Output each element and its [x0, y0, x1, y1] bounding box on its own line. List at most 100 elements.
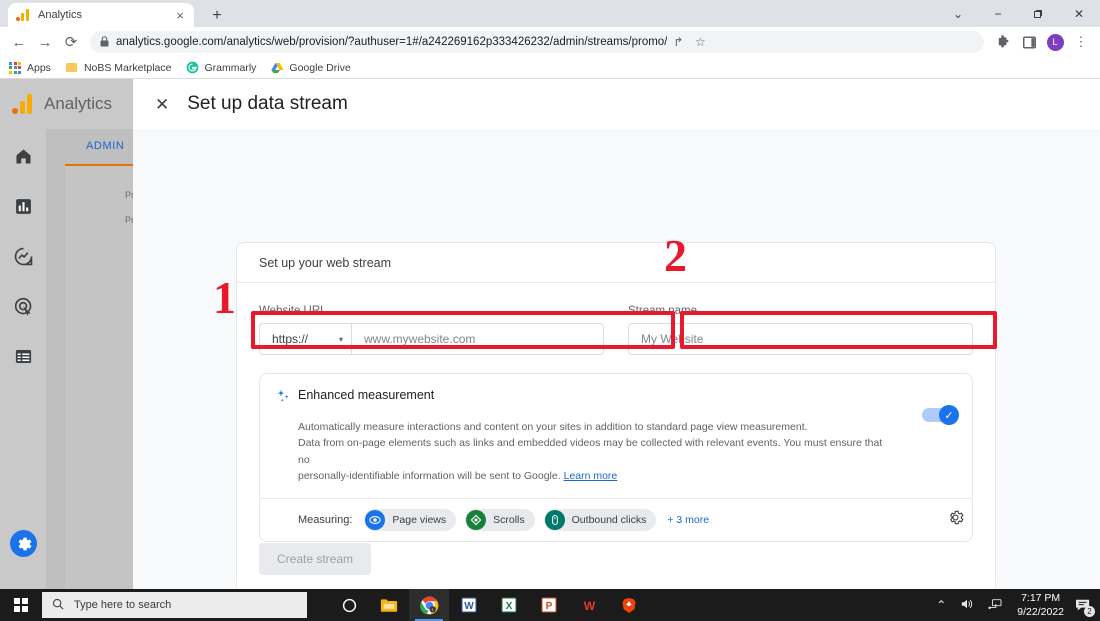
analytics-logo[interactable]: Analytics	[0, 94, 133, 114]
bookmark-label: NoBS Marketplace	[83, 61, 172, 74]
modal-body: Set up your web stream Website URL https…	[133, 129, 1100, 589]
toggle-knob-check-icon: ✓	[939, 405, 959, 425]
taskbar-app-wps-office[interactable]: W	[569, 589, 609, 621]
chevron-down-icon[interactable]: ⌄	[938, 0, 978, 27]
chip-scrolls[interactable]: Scrolls	[465, 509, 535, 532]
address-bar[interactable]: analytics.google.com/analytics/web/provi…	[90, 31, 984, 53]
bookmark-apps[interactable]: Apps	[8, 61, 51, 75]
measuring-row: Measuring: Page views Scrolls Outbound c…	[260, 498, 972, 541]
bookmark-grammarly[interactable]: Grammarly	[185, 61, 256, 75]
enhanced-measurement-toggle[interactable]: ✓	[922, 405, 959, 425]
sidebar-item-advertising[interactable]	[10, 293, 36, 319]
avatar: L	[1046, 33, 1064, 51]
analytics-app: Analytics ADMIN Pro Pro ✕ Set up data st…	[0, 79, 1100, 589]
reload-icon[interactable]: ⟳	[58, 29, 84, 55]
system-tray: ⌃ 7:17 PM 9/22/2022 2	[929, 589, 1100, 621]
bookmark-nobs-marketplace[interactable]: NoBS Marketplace	[65, 61, 172, 75]
magnifier-icon	[52, 598, 64, 613]
close-window-icon[interactable]: ✕	[1058, 0, 1100, 27]
browser-menu-icon[interactable]: ⋮	[1068, 29, 1094, 55]
clock-date: 9/22/2022	[1017, 606, 1064, 618]
lock-icon	[100, 35, 109, 49]
learn-more-link[interactable]: Learn more	[564, 470, 618, 482]
apps-grid-icon	[8, 61, 22, 75]
annotation-number-1: 1	[213, 272, 236, 323]
analytics-nav-rail	[0, 129, 46, 589]
notification-count-badge: 2	[1084, 606, 1095, 617]
modal-header: ✕ Set up data stream	[133, 79, 1100, 129]
svg-text:X: X	[506, 601, 513, 612]
create-stream-button[interactable]: Create stream	[259, 543, 372, 575]
analytics-bars-icon	[16, 8, 30, 22]
maximize-icon[interactable]	[1018, 0, 1058, 27]
browser-tab[interactable]: Analytics ×	[8, 3, 194, 27]
taskbar-app-brave-browser[interactable]	[609, 589, 649, 621]
gear-icon[interactable]	[947, 509, 964, 531]
chevron-up-icon[interactable]: ⌃	[936, 598, 946, 612]
description-line-1: Automatically measure interactions and c…	[298, 421, 808, 433]
measuring-label: Measuring:	[298, 514, 353, 527]
taskbar-app-microsoft-powerpoint[interactable]: P	[529, 589, 569, 621]
description-line-3: personally-identifiable information will…	[298, 468, 886, 484]
web-stream-card: Set up your web stream Website URL https…	[236, 242, 996, 589]
sidebar-item-home[interactable]	[10, 143, 36, 169]
taskbar-search[interactable]: Type here to search	[42, 592, 307, 618]
speaker-icon[interactable]	[960, 598, 974, 613]
windows-logo-icon	[14, 598, 28, 612]
url-text: analytics.google.com/analytics/web/provi…	[116, 36, 668, 48]
folder-icon	[65, 61, 79, 75]
close-icon[interactable]: ×	[174, 9, 186, 22]
taskbar-app-file-explorer[interactable]	[369, 589, 409, 621]
sidebar-item-library[interactable]	[10, 343, 36, 369]
gear-icon[interactable]	[10, 530, 37, 557]
card-header: Set up your web stream	[237, 243, 995, 283]
taskbar-app-microsoft-word[interactable]: W	[449, 589, 489, 621]
back-icon[interactable]: ←	[6, 29, 32, 55]
bookmark-google-drive[interactable]: Google Drive	[270, 61, 351, 75]
mouse-icon	[544, 510, 565, 531]
bookmark-label: Apps	[27, 61, 51, 74]
search-placeholder: Type here to search	[74, 599, 172, 611]
sparkle-icon	[276, 388, 298, 407]
bookmarks-bar: Apps NoBS Marketplace Grammarly Google D…	[0, 57, 1100, 79]
notifications-icon[interactable]: 2	[1072, 594, 1095, 617]
taskbar-app-google-chrome[interactable]: L	[409, 589, 449, 621]
start-button[interactable]	[0, 589, 42, 621]
scroll-icon	[466, 510, 487, 531]
taskbar-apps: L W X P W	[329, 589, 649, 621]
forward-icon[interactable]: →	[32, 29, 58, 55]
enhanced-measurement-description: Automatically measure interactions and c…	[276, 419, 956, 484]
chip-outbound-clicks[interactable]: Outbound clicks	[543, 509, 657, 532]
taskbar-app-cortana[interactable]	[329, 589, 369, 621]
annotation-box-2	[680, 311, 997, 349]
bookmark-star-icon[interactable]: ☆	[689, 35, 711, 49]
enhanced-measurement-box: Enhanced measurement Automatically measu…	[259, 373, 973, 543]
close-icon[interactable]: ✕	[155, 96, 169, 113]
new-tab-button[interactable]: +	[206, 5, 228, 27]
bookmark-label: Google Drive	[289, 61, 351, 74]
svg-text:W: W	[464, 601, 474, 612]
side-panel-icon[interactable]	[1016, 29, 1042, 55]
annotation-box-1	[251, 311, 675, 349]
tab-admin[interactable]: ADMIN	[86, 129, 124, 152]
clock[interactable]: 7:17 PM 9/22/2022	[1017, 591, 1064, 619]
chip-label: Outbound clicks	[571, 514, 647, 527]
chip-label: Page views	[392, 514, 447, 527]
profile-avatar[interactable]: L	[1042, 29, 1068, 55]
network-icon[interactable]	[988, 598, 1002, 613]
sidebar-item-explore[interactable]	[10, 243, 36, 269]
taskbar-app-microsoft-excel[interactable]: X	[489, 589, 529, 621]
share-icon[interactable]: ↱	[667, 35, 689, 49]
chip-page-views[interactable]: Page views	[364, 509, 457, 532]
clock-time: 7:17 PM	[1021, 591, 1061, 604]
tab-title: Analytics	[38, 9, 83, 21]
minimize-icon[interactable]: −	[978, 0, 1018, 27]
window-controls: ⌄ − ✕	[938, 0, 1100, 27]
extensions-puzzle-icon[interactable]	[990, 29, 1016, 55]
sidebar-item-reports[interactable]	[10, 193, 36, 219]
page-title: Set up data stream	[187, 93, 348, 114]
set-up-data-stream-modal: ✕ Set up data stream Set up your web str…	[133, 79, 1100, 589]
description-line-2: Data from on-page elements such as links…	[298, 437, 883, 466]
svg-text:W: W	[583, 599, 595, 613]
more-chips-link[interactable]: + 3 more	[667, 514, 709, 526]
